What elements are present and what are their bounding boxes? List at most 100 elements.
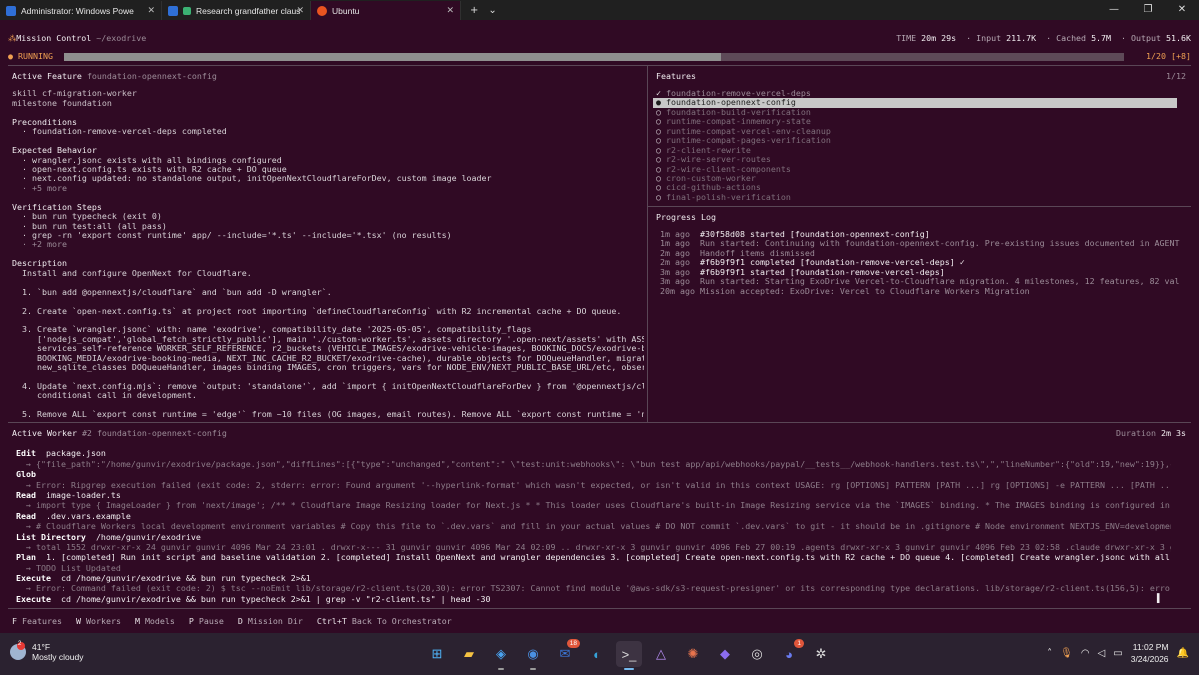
feature-item-r2-wire-server-routes[interactable]: ○ r2-wire-server-routes <box>653 155 1177 164</box>
tab-research[interactable]: Research grandfather claus ✕ <box>162 1 311 20</box>
feature-detail-line <box>12 401 644 410</box>
feature-name: runtime-compat-vercel-env-cleanup <box>666 126 831 136</box>
spark-app-icon[interactable]: ✺ <box>680 641 706 667</box>
clock-date: 3/24/2026 <box>1130 654 1169 664</box>
tool-result-line: → # Cloudflare Workers local development… <box>25 521 1171 532</box>
tool-call-line: Glob <box>16 469 1171 479</box>
notification-bell-icon[interactable]: 🔔 <box>1177 648 1189 659</box>
maximize-button[interactable]: ❐ <box>1131 0 1165 20</box>
close-window-button[interactable]: ✕ <box>1165 0 1199 20</box>
feature-item-cron-custom-worker[interactable]: ○ cron-custom-worker <box>653 174 1177 183</box>
feature-name: r2-client-rewrite <box>666 145 751 155</box>
shortcut-workers[interactable]: W Workers <box>76 616 121 628</box>
tool-result-line: → TODO List Updated <box>16 562 121 573</box>
tool-name: Glob <box>16 469 36 480</box>
file-explorer-icon[interactable]: ▰ <box>456 641 482 667</box>
store-icon[interactable]: ◈ <box>488 641 514 670</box>
log-text: Run started: Continuing with foundation-… <box>700 239 1180 249</box>
feature-detail-line <box>12 297 644 306</box>
tab-dropdown-button[interactable]: ⌄ <box>483 5 501 16</box>
usage-stats: TIME 20m 29s · Input 211.7K · Cached 5.7… <box>896 33 1191 43</box>
active-worker-header: Active Worker #2 foundation-opennext-con… <box>12 428 227 438</box>
minimize-button[interactable]: — <box>1097 0 1131 20</box>
feature-item-foundation-opennext-config[interactable]: ● foundation-opennext-config <box>653 98 1177 108</box>
github-icon[interactable]: ◎ <box>744 641 770 667</box>
weather-widget[interactable]: 2 41°F Mostly cloudy <box>10 641 84 662</box>
worker-feature: foundation-opennext-config <box>96 428 227 438</box>
pending-circle-icon: ○ <box>656 173 661 183</box>
shortcut-mission-dir[interactable]: D Mission Dir <box>238 616 303 628</box>
triangle-app-icon[interactable]: △ <box>648 641 674 667</box>
tab-powershell-admin[interactable]: Administrator: Windows Powe ✕ <box>0 1 162 20</box>
close-tab-icon[interactable]: ✕ <box>147 5 155 16</box>
chevron-up-icon[interactable]: ˄ <box>1047 648 1052 659</box>
tab-ubuntu[interactable]: Ubuntu ✕ <box>311 1 461 20</box>
obsidian-icon[interactable]: ◆ <box>712 641 738 667</box>
feature-item-final-polish-verification[interactable]: ○ final-polish-verification <box>653 193 1177 202</box>
feature-item-r2-wire-client-components[interactable]: ○ r2-wire-client-components <box>653 165 1177 174</box>
feature-detail-line: conditional call in development. <box>12 391 197 401</box>
shortcut-features[interactable]: F Features <box>12 616 62 628</box>
feature-detail-line <box>12 80 644 89</box>
wifi-icon[interactable]: ◠ <box>1081 648 1090 659</box>
cursor: ▌ <box>1157 593 1162 603</box>
battery-icon[interactable]: ▭ <box>1113 648 1122 659</box>
feature-item-runtime-compat-vercel-env-cleanup[interactable]: ○ runtime-compat-vercel-env-cleanup <box>653 127 1177 136</box>
shortcut-models[interactable]: M Models <box>135 616 175 628</box>
tab-title: Ubuntu <box>332 5 360 16</box>
feature-detail-line: · open-next.config.ts exists with R2 cac… <box>12 164 287 174</box>
feature-item-runtime-compat-pages-verification[interactable]: ○ runtime-compat-pages-verification <box>653 136 1177 145</box>
volume-icon[interactable]: ◁ <box>1098 648 1106 659</box>
discord-icon[interactable]: ◕ 1 <box>776 639 804 667</box>
feature-detail-line: 4. Update `next.config.mjs`: remove `out… <box>21 382 644 391</box>
log-entry: 20m ago Mission accepted: ExoDrive: Verce… <box>660 287 1180 296</box>
features-list: ✓ foundation-remove-vercel-deps ● foundat… <box>653 89 1177 202</box>
feature-name: foundation-opennext-config <box>666 98 796 108</box>
tool-args: 1. [completed] Run init script and basel… <box>45 552 1170 563</box>
file-explorer-glyph: ▰ <box>464 646 474 661</box>
new-tab-button[interactable]: + <box>465 5 483 16</box>
feature-detail-line: services self-reference WORKER_SELF_REFE… <box>12 344 644 354</box>
feature-item-foundation-remove-vercel-deps[interactable]: ✓ foundation-remove-vercel-deps <box>653 89 1177 98</box>
shortcut-pause[interactable]: P Pause <box>189 616 224 628</box>
feature-detail-line: new_sqlite_classes DOQueueHandler, image… <box>36 363 644 373</box>
close-tab-icon[interactable]: ✕ <box>296 5 304 16</box>
tool-name: Edit <box>16 448 36 459</box>
status-row: ● RUNNING 1/20 [+8] <box>8 51 1191 63</box>
obsidian-glyph: ◆ <box>720 646 730 661</box>
shortcut-back-to-orchestrator[interactable]: Ctrl+T Back To Orchestrator <box>317 616 452 628</box>
tool-args: image-loader.ts <box>45 489 121 500</box>
windows-start-icon[interactable]: ⊞ <box>424 641 450 667</box>
feature-item-cicd-github-actions[interactable]: ○ cicd-github-actions <box>653 183 1177 192</box>
pane-title: Active Worker <box>12 428 77 438</box>
chrome-icon[interactable]: ◉ <box>520 641 546 670</box>
chrome-glyph: ◉ <box>527 646 539 661</box>
settings-app-icon[interactable]: ✲ <box>808 641 834 667</box>
terminal-icon[interactable]: >_ <box>616 641 642 670</box>
feature-item-runtime-compat-inmemory-state[interactable]: ○ runtime-compat-inmemory-state <box>653 117 1177 126</box>
microphone-icon[interactable]: 🎙 <box>1060 648 1073 659</box>
log-age: 3m ago <box>660 267 690 277</box>
feature-item-foundation-build-verification[interactable]: ○ foundation-build-verification <box>653 108 1177 117</box>
feature-detail-line <box>12 108 644 117</box>
log-text: Mission accepted: ExoDrive: Vercel to Cl… <box>700 286 1030 296</box>
feature-detail-line: · bun run test:all (all pass) <box>12 221 167 231</box>
log-text: #30f58d08 started [foundation-opennext-c… <box>700 230 930 239</box>
clock[interactable]: 11:02 PM 3/24/2026 <box>1131 641 1169 665</box>
mail-icon[interactable]: ✉ 18 <box>552 639 580 667</box>
terminal-window[interactable]: ⁂Mission Control ~/exodrive TIME 20m 29s… <box>0 20 1199 633</box>
feature-item-r2-client-rewrite[interactable]: ○ r2-client-rewrite <box>653 146 1177 155</box>
progress-fill <box>64 53 722 61</box>
divider <box>8 65 1191 66</box>
close-tab-icon[interactable]: ✕ <box>446 5 454 16</box>
pending-circle-icon: ○ <box>656 164 661 174</box>
tool-call-line: Read image-loader.ts <box>16 490 1171 500</box>
divider <box>647 66 648 422</box>
feature-detail-line: Install and configure OpenNext for Cloud… <box>12 268 252 278</box>
ubuntu-icon <box>317 5 327 16</box>
shortcut-label: Pause <box>198 616 224 626</box>
feature-detail-line: · +2 more <box>12 240 67 250</box>
weather-desc: Mostly cloudy <box>32 652 84 662</box>
log-age: 3m ago <box>660 277 690 287</box>
edge-icon[interactable]: ◐ <box>584 641 610 667</box>
